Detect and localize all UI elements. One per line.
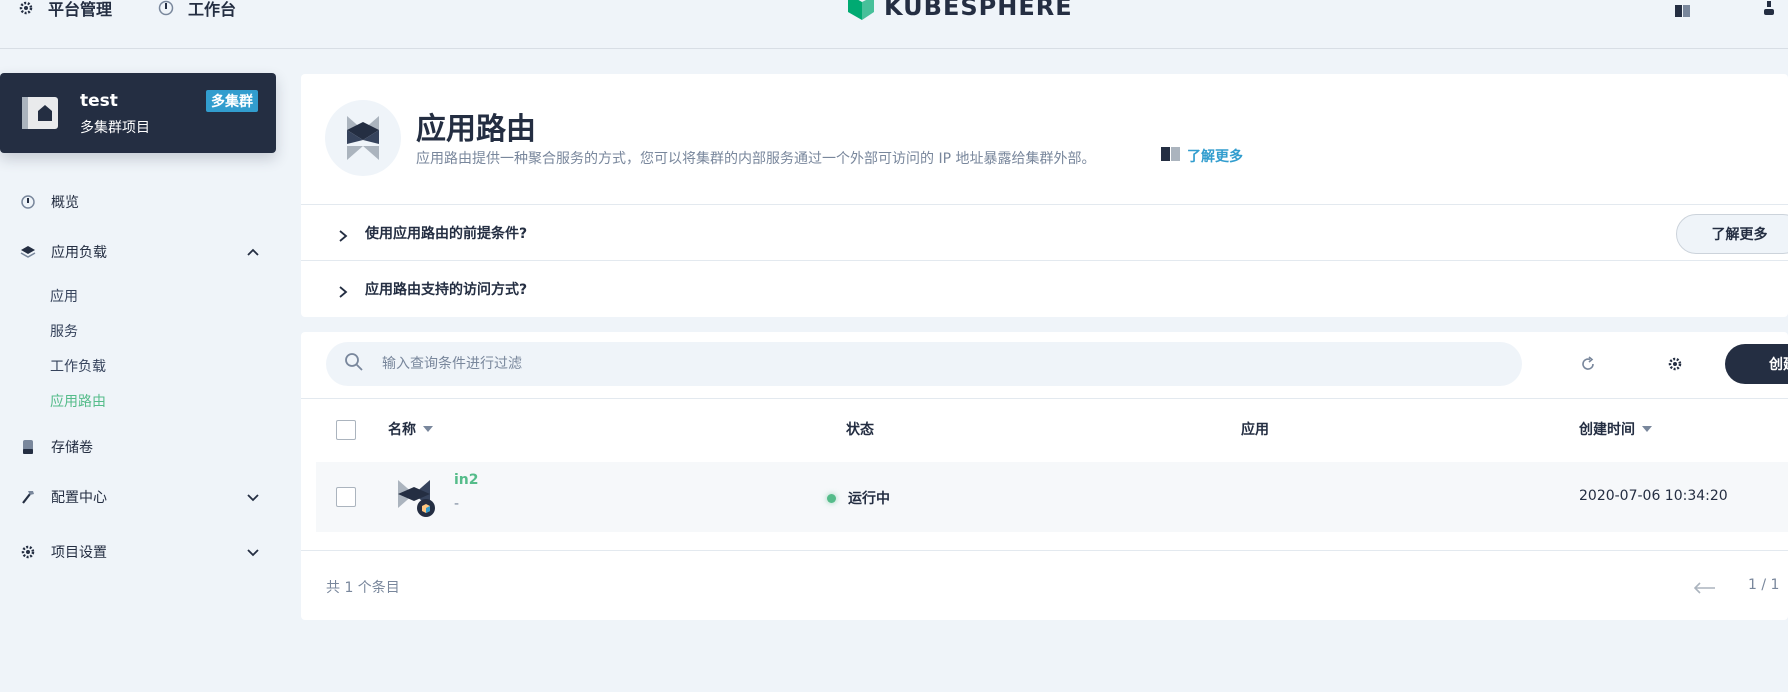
layers-icon: [20, 244, 36, 260]
chevron-right-icon: [337, 227, 349, 242]
faq-item-access-methods[interactable]: 应用路由支持的访问方式?: [301, 260, 1788, 317]
search-bar[interactable]: [326, 342, 1522, 386]
column-header-name[interactable]: 名称: [388, 419, 434, 439]
workbench-label: 工作台: [188, 0, 237, 19]
gear-icon[interactable]: [1667, 356, 1683, 376]
user-avatar-icon[interactable]: [1763, 0, 1775, 19]
gear-icon: [18, 0, 34, 16]
table-footer: 共 1 个条目 1 / 1: [301, 550, 1788, 621]
ingress-logo-icon: [325, 100, 401, 176]
column-label: 名称: [388, 422, 416, 438]
column-header-app: 应用: [1241, 422, 1269, 438]
multi-cluster-badge: 多集群: [206, 90, 258, 112]
ingress-banner: 应用路由 应用路由提供一种聚合服务的方式，您可以将集群的内部服务通过一个外部可访…: [301, 74, 1788, 317]
chevron-down-icon: [246, 490, 260, 504]
sidebar-item-overview[interactable]: 概览: [20, 192, 79, 212]
select-all-checkbox[interactable]: [336, 420, 356, 440]
total-count: 共 1 个条目: [326, 580, 400, 596]
gear-icon: [20, 544, 36, 560]
faq-question: 使用应用路由的前提条件?: [365, 226, 528, 242]
sidebar-item-project-settings[interactable]: 项目设置: [20, 542, 260, 562]
created-time: 2020-07-06 10:34:20: [1579, 488, 1728, 504]
sidebar-item-label: 存储卷: [51, 440, 93, 456]
page-description: 应用路由提供一种聚合服务的方式，您可以将集群的内部服务通过一个外部可访问的 IP…: [416, 151, 1096, 167]
sidebar-subitem-workloads[interactable]: 工作负载: [50, 356, 106, 376]
column-label: 创建时间: [1579, 422, 1635, 438]
status-dot: [827, 493, 836, 503]
sort-caret-icon: [1641, 421, 1653, 437]
chevron-up-icon: [246, 245, 260, 259]
status-cell: 运行中: [827, 488, 890, 508]
project-name: test: [80, 91, 118, 111]
search-icon: [344, 352, 364, 376]
row-checkbox[interactable]: [336, 487, 356, 507]
faq-question: 应用路由支持的访问方式?: [365, 282, 528, 298]
refresh-icon[interactable]: [1580, 356, 1596, 376]
dashboard-icon: [20, 194, 36, 210]
chevron-right-icon: [337, 283, 349, 298]
sidebar-item-volumes[interactable]: 存储卷: [20, 437, 93, 457]
sidebar-item-label: 应用负载: [51, 245, 107, 261]
ingress-description: -: [454, 496, 460, 512]
ingress-table-panel: 创建 名称 状态 应用 创建时间 in2 - 运行中 2020-07-06 10…: [301, 332, 1788, 620]
sidebar-item-label: 项目设置: [51, 545, 107, 561]
platform-nav[interactable]: 平台管理: [18, 0, 112, 19]
page-title: 应用路由: [416, 112, 536, 147]
column-header-status: 状态: [846, 422, 874, 438]
hammer-icon: [20, 489, 36, 505]
sidebar-subitem-apps[interactable]: 应用: [50, 286, 78, 306]
project-icon: [20, 93, 60, 133]
table-toolbar: 创建: [301, 332, 1788, 399]
page-indicator: 1 / 1: [1748, 577, 1780, 593]
ingress-icon: [396, 474, 436, 522]
chevron-down-icon: [246, 545, 260, 559]
sidebar-item-label: 配置中心: [51, 490, 107, 506]
workbench-nav[interactable]: 工作台: [158, 0, 236, 19]
status-label: 运行中: [848, 491, 890, 507]
faq-item-prerequisites[interactable]: 使用应用路由的前提条件? 了解更多: [301, 204, 1788, 261]
learn-more-link[interactable]: 了解更多: [1161, 146, 1243, 166]
prev-page-icon[interactable]: [1693, 579, 1716, 598]
kubesphere-logo-icon: [848, 0, 874, 20]
dashboard-icon: [158, 0, 174, 16]
book-icon: [1161, 147, 1181, 165]
search-input[interactable]: [380, 355, 1384, 373]
sort-caret-icon: [422, 421, 434, 437]
faq-learn-more-button[interactable]: 了解更多: [1676, 214, 1788, 254]
storage-icon: [20, 439, 36, 455]
sidebar-subitem-ingress[interactable]: 应用路由: [50, 391, 106, 411]
top-bar: 平台管理 工作台 KUBESPHERE: [0, 0, 1788, 49]
table-row[interactable]: in2 - 运行中 2020-07-06 10:34:20: [316, 462, 1788, 532]
table-header: 名称 状态 应用 创建时间: [301, 399, 1788, 459]
documentation-icon[interactable]: [1675, 2, 1691, 21]
column-header-created[interactable]: 创建时间: [1579, 419, 1653, 439]
create-button[interactable]: 创建: [1725, 344, 1788, 384]
learn-more-label: 了解更多: [1187, 149, 1243, 165]
logo-text: KUBESPHERE: [884, 0, 1073, 21]
platform-label: 平台管理: [48, 0, 113, 19]
project-subtitle: 多集群项目: [80, 120, 150, 136]
ingress-name-link[interactable]: in2: [454, 472, 479, 488]
sidebar-item-config-center[interactable]: 配置中心: [20, 487, 260, 507]
sidebar-item-label: 概览: [51, 195, 79, 211]
sidebar-item-app-workloads[interactable]: 应用负载: [20, 242, 260, 262]
project-card[interactable]: test 多集群项目 多集群: [0, 73, 276, 153]
sidebar-subitem-services[interactable]: 服务: [50, 321, 78, 341]
kubesphere-logo[interactable]: KUBESPHERE: [846, 0, 1073, 22]
